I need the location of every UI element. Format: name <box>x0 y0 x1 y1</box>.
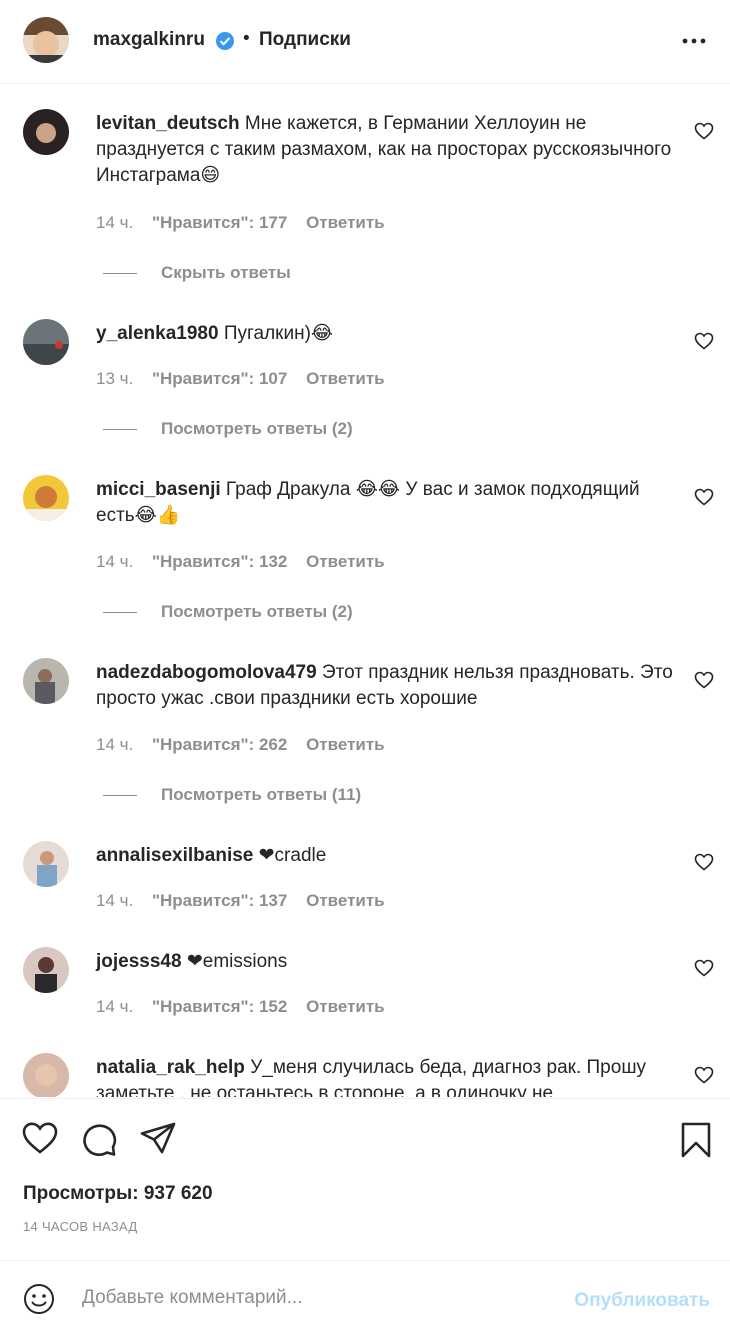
comment-body: micci_basenji Граф Дракула 😂😂 У вас и за… <box>96 477 681 529</box>
comment-likes[interactable]: "Нравится": 107 <box>152 369 287 388</box>
comment-likes[interactable]: "Нравится": 262 <box>152 735 287 754</box>
share-paper-plane-icon[interactable] <box>139 1121 177 1155</box>
replies-divider <box>103 273 137 275</box>
commenter-avatar[interactable] <box>23 658 69 704</box>
comment-username[interactable]: natalia_rak_help <box>96 1057 245 1078</box>
comments-list[interactable]: levitan_deutsch Мне кажется, в Германии … <box>0 85 730 1097</box>
publish-button[interactable]: Опубликовать <box>574 1290 710 1312</box>
following-button[interactable]: Подписки <box>259 29 351 51</box>
comment-meta: 14 ч. "Нравится": 137 Ответить <box>96 891 399 911</box>
post-header: maxgalkinru • Подписки <box>0 0 730 84</box>
comment-body: annalisexilbanise ❤cradle <box>96 843 681 869</box>
comment-body: jojesss48 ❤emissions <box>96 949 681 975</box>
like-comment-heart-icon[interactable] <box>694 959 714 977</box>
view-replies-button[interactable]: Посмотреть ответы (2) <box>103 602 353 622</box>
comment-meta: 14 ч. "Нравится": 177 Ответить <box>96 213 399 233</box>
comment-username[interactable]: levitan_deutsch <box>96 113 240 134</box>
verified-badge-icon <box>216 32 234 50</box>
emoji-icon[interactable] <box>23 1283 55 1315</box>
post-timestamp[interactable]: 14 ЧАСОВ НАЗАД <box>23 1219 138 1234</box>
replies-divider <box>103 429 137 431</box>
comment-meta: 14 ч. "Нравится": 262 Ответить <box>96 735 399 755</box>
comment-likes[interactable]: "Нравится": 137 <box>152 891 287 910</box>
reply-button[interactable]: Ответить <box>306 997 385 1016</box>
view-replies-button[interactable]: Посмотреть ответы (2) <box>103 419 353 439</box>
comment-time: 14 ч. <box>96 735 134 754</box>
add-comment-bar: Опубликовать <box>0 1260 730 1327</box>
reply-button[interactable]: Ответить <box>306 891 385 910</box>
replies-label: Посмотреть ответы (2) <box>161 602 353 621</box>
comment-username[interactable]: jojesss48 <box>96 951 182 972</box>
comment-time: 14 ч. <box>96 552 134 571</box>
reply-button[interactable]: Ответить <box>306 552 385 571</box>
like-comment-heart-icon[interactable] <box>694 853 714 871</box>
comment-body: y_alenka1980 Пугалкин)😂 <box>96 321 681 347</box>
view-replies-button[interactable]: Посмотреть ответы (11) <box>103 785 361 805</box>
replies-label: Посмотреть ответы (2) <box>161 419 353 438</box>
comment-bubble-icon[interactable] <box>80 1121 118 1157</box>
comment-body: nadezdabogomolova479 Этот праздник нельз… <box>96 660 681 712</box>
comment-username[interactable]: y_alenka1980 <box>96 323 219 344</box>
commenter-avatar[interactable] <box>23 109 69 155</box>
reply-button[interactable]: Ответить <box>306 369 385 388</box>
like-heart-icon[interactable] <box>21 1121 59 1155</box>
comment-username[interactable]: micci_basenji <box>96 479 221 500</box>
like-comment-heart-icon[interactable] <box>694 488 714 506</box>
commenter-avatar[interactable] <box>23 319 69 365</box>
comment-text: ❤cradle <box>258 845 327 866</box>
comment-username[interactable]: annalisexilbanise <box>96 845 253 866</box>
replies-label: Скрыть ответы <box>161 263 291 282</box>
comment-text: ❤emissions <box>186 951 288 972</box>
save-bookmark-icon[interactable] <box>680 1121 712 1159</box>
views-count: Просмотры: 937 620 <box>23 1183 213 1204</box>
comment-time: 14 ч. <box>96 891 134 910</box>
comment-time: 14 ч. <box>96 997 134 1016</box>
like-comment-heart-icon[interactable] <box>694 671 714 689</box>
like-comment-heart-icon[interactable] <box>694 332 714 350</box>
comment-input[interactable] <box>80 1281 544 1315</box>
commenter-avatar[interactable] <box>23 475 69 521</box>
author-username[interactable]: maxgalkinru <box>93 29 205 51</box>
commenter-avatar[interactable] <box>23 1053 69 1097</box>
hide-replies-button[interactable]: Скрыть ответы <box>103 263 291 283</box>
commenter-avatar[interactable] <box>23 841 69 887</box>
comment-time: 13 ч. <box>96 369 134 388</box>
replies-divider <box>103 795 137 797</box>
comment-meta: 13 ч. "Нравится": 107 Ответить <box>96 369 399 389</box>
comment-text: Пугалкин)😂 <box>223 323 334 344</box>
reply-button[interactable]: Ответить <box>306 735 385 754</box>
replies-divider <box>103 612 137 614</box>
like-comment-heart-icon[interactable] <box>694 122 714 140</box>
comment-time: 14 ч. <box>96 213 134 232</box>
comment-likes[interactable]: "Нравится": 177 <box>152 213 287 232</box>
comment-username[interactable]: nadezdabogomolova479 <box>96 662 317 683</box>
comment-body: natalia_rak_help У_меня случилась беда, … <box>96 1055 681 1097</box>
comment-meta: 14 ч. "Нравится": 152 Ответить <box>96 997 399 1017</box>
comment-meta: 14 ч. "Нравится": 132 Ответить <box>96 552 399 572</box>
separator-dot: • <box>243 28 250 49</box>
comment-likes[interactable]: "Нравится": 152 <box>152 997 287 1016</box>
replies-label: Посмотреть ответы (11) <box>161 785 362 804</box>
like-comment-heart-icon[interactable] <box>694 1066 714 1084</box>
commenter-avatar[interactable] <box>23 947 69 993</box>
more-options-icon[interactable] <box>680 30 708 50</box>
reply-button[interactable]: Ответить <box>306 213 385 232</box>
author-avatar[interactable] <box>23 17 69 63</box>
comment-body: levitan_deutsch Мне кажется, в Германии … <box>96 111 681 189</box>
comment-likes[interactable]: "Нравится": 132 <box>152 552 287 571</box>
